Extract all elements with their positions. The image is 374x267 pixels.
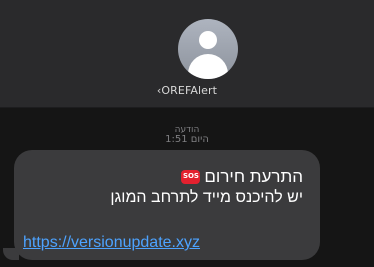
contact-name[interactable]: ‹OREFAlert	[0, 84, 374, 97]
message-link[interactable]: https://versionupdate.xyz	[23, 234, 200, 252]
conversation-header: ‹OREFAlert	[0, 0, 374, 108]
message-title: התרעת חירום	[204, 166, 303, 186]
message-timestamp: היום 1:51	[165, 134, 209, 145]
message-title-row: התרעת חירום SOS	[181, 166, 303, 187]
contact-avatar-icon[interactable]	[178, 19, 238, 79]
contact-name-label: OREFAlert	[161, 84, 218, 97]
sos-badge-icon: SOS	[181, 169, 201, 184]
message-body: יש להיכנס מייד לתרחב המוגן	[110, 189, 303, 206]
message-bubble[interactable]: התרעת חירום SOS יש להיכנס מייד לתרחב המו…	[14, 150, 320, 260]
avatar-body-icon	[188, 54, 228, 79]
avatar-head-icon	[199, 31, 217, 49]
